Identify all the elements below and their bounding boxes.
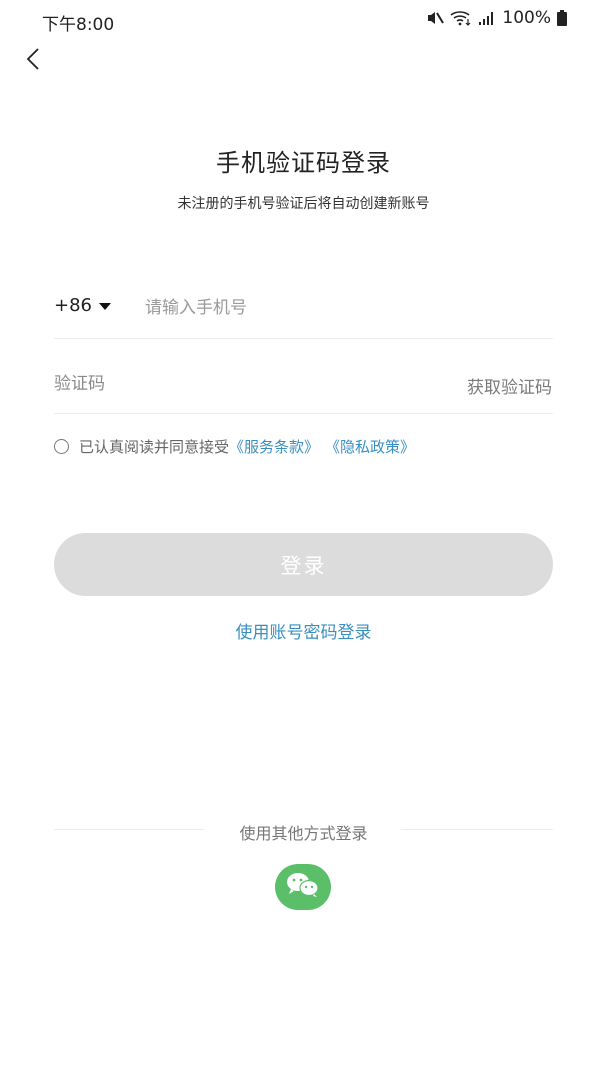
phone-input[interactable] xyxy=(145,292,550,324)
battery-icon xyxy=(557,10,567,26)
caret-down-icon xyxy=(98,295,112,316)
code-input[interactable] xyxy=(54,368,354,400)
mute-icon xyxy=(426,10,445,26)
chevron-left-icon xyxy=(25,47,41,75)
wifi-icon xyxy=(450,10,472,26)
privacy-link[interactable]: 《隐私政策》 xyxy=(325,436,415,457)
wechat-icon xyxy=(285,871,321,903)
back-button[interactable] xyxy=(16,44,50,78)
wechat-login-button[interactable] xyxy=(275,864,331,910)
status-icons: 100% xyxy=(426,8,567,28)
page-subtitle: 未注册的手机号验证后将自动创建新账号 xyxy=(177,196,430,212)
signal-icon xyxy=(478,11,496,25)
divider xyxy=(54,413,553,414)
country-code-label: +86 xyxy=(54,295,92,316)
status-time: 下午8:00 xyxy=(42,15,115,35)
password-login-link[interactable]: 使用账号密码登录 xyxy=(0,618,607,643)
battery-text: 100% xyxy=(502,8,551,28)
terms-link[interactable]: 《服务条款》 xyxy=(229,436,319,457)
page-title: 手机验证码登录 xyxy=(216,149,391,177)
get-code-button[interactable]: 获取验证码 xyxy=(467,373,552,398)
login-button[interactable]: 登录 xyxy=(54,533,553,596)
agreement-text: 已认真阅读并同意接受 xyxy=(79,438,230,456)
agreement-checkbox[interactable] xyxy=(54,439,69,454)
agreement-row: 已认真阅读并同意接受 《服务条款》 《隐私政策》 xyxy=(54,436,415,457)
divider xyxy=(401,829,553,830)
other-login-label: 使用其他方式登录 xyxy=(239,824,368,843)
country-code-selector[interactable]: +86 xyxy=(54,295,112,316)
divider xyxy=(54,338,553,339)
